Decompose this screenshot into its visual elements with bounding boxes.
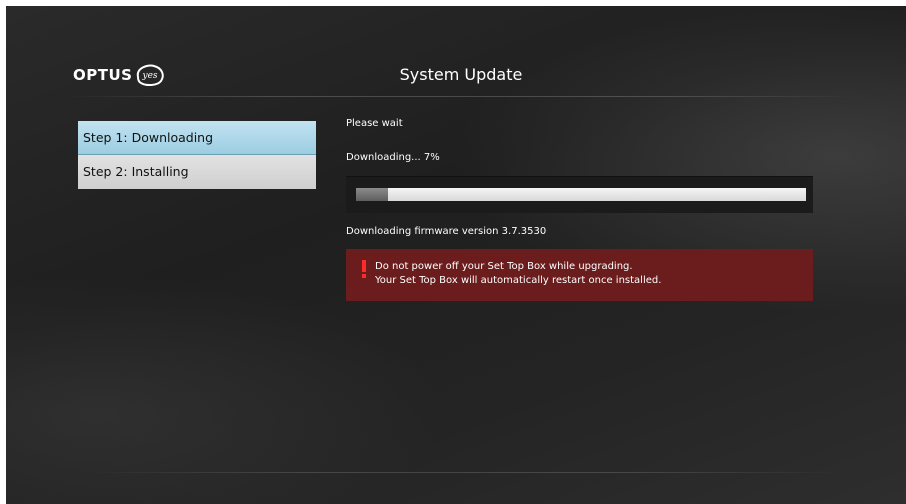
- progress-bar-track: [356, 188, 806, 201]
- optus-logo: OPTUS yes: [73, 63, 166, 87]
- system-update-screen: OPTUS yes System Update Step 1: Download…: [6, 6, 906, 504]
- warning-message: Do not power off your Set Top Box while …: [375, 260, 661, 288]
- yes-badge-text: yes: [142, 71, 158, 81]
- exclamation-icon: [362, 260, 366, 278]
- yes-badge-icon: yes: [137, 64, 165, 87]
- warning-line-2: Your Set Top Box will automatically rest…: [375, 275, 662, 286]
- firmware-version-text: Downloading firmware version 3.7.3530: [346, 226, 547, 237]
- download-progress-text: Downloading... 7%: [346, 152, 440, 163]
- warning-box: Do not power off your Set Top Box while …: [346, 249, 813, 301]
- page-title: System Update: [399, 65, 523, 84]
- progress-bar-container: [346, 176, 813, 213]
- step-downloading: Step 1: Downloading: [78, 121, 316, 155]
- please-wait-text: Please wait: [346, 118, 403, 129]
- footer-divider: [86, 472, 846, 473]
- step-installing: Step 2: Installing: [78, 155, 316, 189]
- logo-wordmark: OPTUS: [73, 66, 133, 84]
- progress-bar-fill: [356, 188, 388, 201]
- warning-line-1: Do not power off your Set Top Box while …: [375, 261, 633, 272]
- step-list: Step 1: Downloading Step 2: Installing: [78, 121, 316, 189]
- header-divider: [66, 96, 856, 97]
